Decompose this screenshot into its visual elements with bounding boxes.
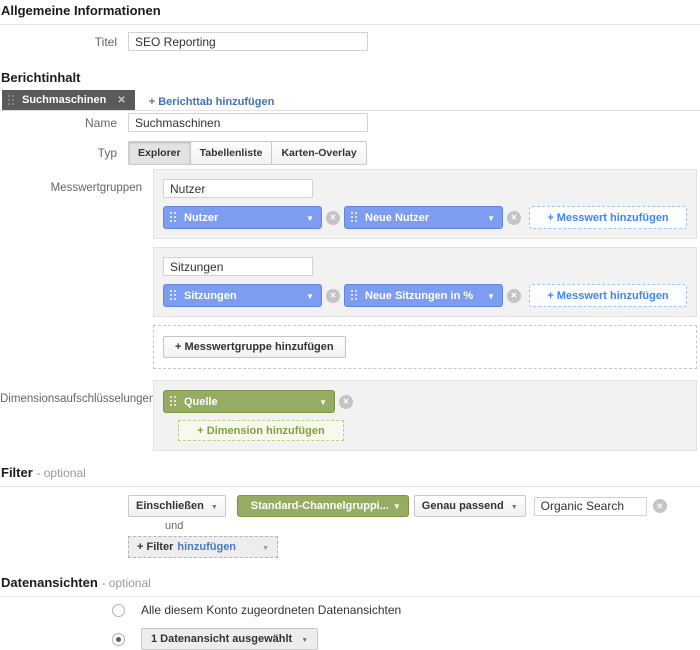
section-content-heading: Berichtinhalt: [0, 70, 700, 85]
dimension-pill-label: Quelle: [184, 396, 314, 408]
metric-group-2: Sitzungen Neue Sitzungen in % + Messwert…: [153, 247, 697, 317]
add-dimension-button[interactable]: + Dimension hinzufügen: [178, 420, 344, 441]
titel-label: Titel: [0, 35, 117, 49]
drag-handle-icon: [351, 290, 358, 301]
general-heading-text: Allgemeine Informationen: [1, 3, 161, 18]
metric-groups-label: Messwertgruppen: [0, 169, 142, 194]
metric-pill-nutzer[interactable]: Nutzer: [163, 206, 322, 229]
dimensions-row: Dimensionsaufschlüsselungen Quelle + Dim…: [0, 380, 700, 451]
radio-selected-views[interactable]: [112, 633, 125, 646]
add-filter-suffix: hinzufügen: [177, 541, 236, 553]
name-row: Name: [0, 113, 700, 132]
report-editor: Allgemeine Informationen Titel Berichtin…: [0, 0, 700, 650]
views-optional-text: - optional: [101, 576, 150, 590]
chevron-down-icon: [204, 500, 218, 512]
remove-metric-icon[interactable]: [507, 211, 521, 225]
metric-groups-row: Messwertgruppen Nutzer Neue Nutzer: [0, 169, 700, 369]
content-heading-text: Berichtinhalt: [1, 70, 80, 85]
titel-input[interactable]: [128, 32, 368, 51]
filter-heading-text: Filter: [1, 465, 33, 480]
add-metric-button[interactable]: + Messwert hinzufügen: [529, 284, 687, 307]
dimensions-area: Quelle + Dimension hinzufügen: [153, 380, 697, 451]
typ-option-explorer[interactable]: Explorer: [128, 141, 191, 165]
typ-row: Typ Explorer Tabellenliste Karten-Overla…: [0, 141, 700, 165]
chevron-down-icon[interactable]: [301, 290, 314, 302]
filter-include-dropdown[interactable]: Einschließen: [128, 495, 226, 517]
name-label: Name: [0, 116, 117, 130]
radio-all-views-label: Alle diesem Konto zugeordneten Datenansi…: [141, 603, 401, 617]
selected-views-label: 1 Datenansicht ausgewählt: [151, 633, 292, 645]
section-general-heading: Allgemeine Informationen: [0, 3, 700, 25]
drag-handle-icon: [170, 290, 177, 301]
typ-option-karten-overlay[interactable]: Karten-Overlay: [271, 141, 366, 165]
section-views-heading: Datenansichten - optional: [0, 575, 700, 597]
typ-option-tabellenliste[interactable]: Tabellenliste: [190, 141, 273, 165]
selected-views-dropdown[interactable]: 1 Datenansicht ausgewählt: [141, 628, 318, 650]
tab-suchmaschinen[interactable]: Suchmaschinen ✕: [2, 90, 135, 110]
filter-include-label: Einschließen: [136, 500, 204, 512]
filter-condition-row: Einschließen Standard-Channelgruppi... G…: [128, 495, 700, 517]
add-metric-button[interactable]: + Messwert hinzufügen: [529, 206, 687, 229]
filter-match-label: Genau passend: [422, 500, 504, 512]
metric-pill-neue-sitzungen[interactable]: Neue Sitzungen in %: [344, 284, 503, 307]
remove-metric-icon[interactable]: [326, 289, 340, 303]
remove-dimension-icon[interactable]: [339, 395, 353, 409]
metric-pill-sitzungen[interactable]: Sitzungen: [163, 284, 322, 307]
filter-match-dropdown[interactable]: Genau passend: [414, 495, 526, 517]
filter-field-label: Standard-Channelgruppi...: [251, 500, 388, 512]
metric-pill-neue-nutzer[interactable]: Neue Nutzer: [344, 206, 503, 229]
views-option-selected-row: 1 Datenansicht ausgewählt: [112, 628, 700, 650]
filter-optional-text: - optional: [36, 466, 85, 480]
metric-pill-label: Neue Nutzer: [365, 212, 482, 224]
metric-pill-label: Neue Sitzungen in %: [365, 290, 482, 302]
drag-handle-icon: [351, 212, 358, 223]
add-filter-prefix: + Filter: [137, 541, 173, 553]
name-input[interactable]: [128, 113, 368, 132]
chevron-down-icon: [292, 633, 308, 645]
remove-metric-icon[interactable]: [507, 289, 521, 303]
remove-filter-icon[interactable]: [653, 499, 667, 513]
chevron-down-icon: [262, 541, 269, 553]
chevron-down-icon[interactable]: [482, 290, 495, 302]
drag-handle-icon: [170, 212, 177, 223]
metric-groups-area: Nutzer Neue Nutzer + Messwert hinzufügen: [153, 169, 697, 369]
drag-handle-icon: [170, 396, 177, 407]
dimensions-label: Dimensionsaufschlüsselungen: [0, 380, 142, 405]
close-icon[interactable]: ✕: [117, 95, 125, 106]
remove-metric-icon[interactable]: [326, 211, 340, 225]
radio-all-views[interactable]: [112, 604, 125, 617]
section-filter-heading: Filter - optional: [0, 465, 700, 487]
dimension-pill-quelle[interactable]: Quelle: [163, 390, 335, 413]
typ-segmented-control: Explorer Tabellenliste Karten-Overlay: [128, 141, 367, 165]
views-option-all-row: Alle diesem Konto zugeordneten Datenansi…: [112, 603, 700, 617]
filter-field-pill[interactable]: Standard-Channelgruppi...: [237, 495, 409, 517]
metric-group-1-pills: Nutzer Neue Nutzer + Messwert hinzufügen: [163, 206, 687, 229]
dimensions-panel: Quelle + Dimension hinzufügen: [153, 380, 697, 451]
add-report-tab-link[interactable]: + Berichttab hinzufügen: [149, 96, 275, 108]
titel-row: Titel: [0, 32, 700, 51]
metric-group-2-pills: Sitzungen Neue Sitzungen in % + Messwert…: [163, 284, 687, 307]
filter-conjunction-text: und: [165, 520, 700, 532]
tab-label: Suchmaschinen: [22, 94, 106, 106]
chevron-down-icon[interactable]: [301, 212, 314, 224]
filter-value-input[interactable]: [534, 497, 647, 516]
add-filter-button[interactable]: + Filter hinzufügen: [128, 536, 278, 558]
add-metric-group-zone: + Messwertgruppe hinzufügen: [153, 325, 697, 369]
dimension-pills: Quelle: [163, 390, 687, 413]
metric-group-1-name-input[interactable]: [163, 179, 313, 198]
metric-group-1: Nutzer Neue Nutzer + Messwert hinzufügen: [153, 169, 697, 239]
typ-label: Typ: [0, 146, 117, 160]
chevron-down-icon[interactable]: [482, 212, 495, 224]
add-metric-group-button[interactable]: + Messwertgruppe hinzufügen: [163, 336, 346, 358]
report-tab-bar: Suchmaschinen ✕ + Berichttab hinzufügen: [0, 89, 700, 111]
drag-handle-icon: [8, 95, 15, 106]
views-heading-text: Datenansichten: [1, 575, 98, 590]
metric-pill-label: Sitzungen: [184, 290, 301, 302]
chevron-down-icon: [504, 500, 518, 512]
chevron-down-icon[interactable]: [388, 500, 401, 512]
metric-pill-label: Nutzer: [184, 212, 301, 224]
chevron-down-icon[interactable]: [314, 396, 327, 408]
metric-group-2-name-input[interactable]: [163, 257, 313, 276]
